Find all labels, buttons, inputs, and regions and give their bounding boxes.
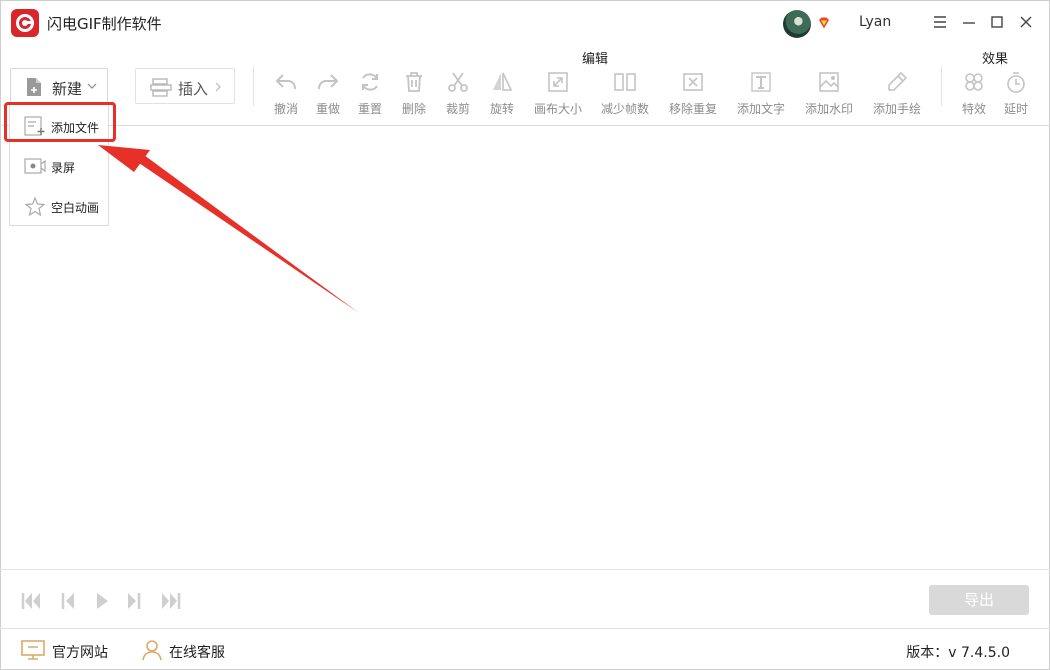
menu-icon[interactable] xyxy=(930,12,950,32)
new-button-label: 新建 xyxy=(52,80,83,98)
reset-button[interactable]: 重置 xyxy=(354,70,386,118)
undo-button[interactable]: 撤消 xyxy=(270,70,302,118)
effects-button[interactable]: 特效 xyxy=(958,70,990,118)
insert-icon xyxy=(150,78,172,97)
next-frame-icon[interactable] xyxy=(123,590,145,612)
effects-icon xyxy=(965,73,983,91)
watermark-icon xyxy=(819,72,839,92)
effects-group-label: 效果 xyxy=(982,52,1009,67)
footer: 官方网站 在线客服 版本：v 7.4.5.0 xyxy=(0,630,1050,670)
vip-diamond-icon[interactable] xyxy=(817,16,831,30)
app-logo-icon xyxy=(11,9,39,37)
new-button[interactable]: 新建 xyxy=(10,68,108,104)
trash-icon xyxy=(406,72,422,92)
canvas-size-button[interactable]: 画布大小 xyxy=(532,70,584,118)
pencil-icon xyxy=(888,71,908,91)
playback-bar: 导出 xyxy=(0,569,1050,629)
chevron-right-icon xyxy=(215,82,221,92)
insert-button-label: 插入 xyxy=(178,80,209,98)
rotate-icon xyxy=(493,72,513,91)
menu-item-record-screen[interactable]: 录屏 xyxy=(10,146,108,186)
text-icon xyxy=(751,72,771,92)
play-icon[interactable] xyxy=(91,590,113,612)
insert-button[interactable]: 插入 xyxy=(135,68,235,104)
new-file-icon xyxy=(27,78,41,96)
redo-icon xyxy=(318,74,339,90)
app-title: 闪电GIF制作软件 xyxy=(47,15,162,33)
online-support-link[interactable]: 在线客服 xyxy=(141,639,241,661)
avatar[interactable] xyxy=(783,10,811,38)
redo-button[interactable]: 重做 xyxy=(312,70,344,118)
record-screen-icon xyxy=(24,158,46,174)
first-frame-icon[interactable] xyxy=(20,590,42,612)
edit-group-label: 编辑 xyxy=(582,52,609,67)
toolbar-separator xyxy=(253,66,254,106)
toolbar-separator xyxy=(941,66,942,106)
version-label: 版本：v 7.4.5.0 xyxy=(906,645,1010,661)
menu-item-blank-animation[interactable]: 空白动画 xyxy=(10,186,108,226)
monitor-icon xyxy=(21,640,45,660)
minimize-icon[interactable] xyxy=(959,12,979,32)
maximize-icon[interactable] xyxy=(987,12,1007,32)
add-drawing-button[interactable]: 添加手绘 xyxy=(871,70,923,118)
frames-icon xyxy=(614,73,636,91)
rotate-button[interactable]: 旋转 xyxy=(486,70,518,118)
delay-button[interactable]: 延时 xyxy=(1000,70,1032,118)
blank-animation-icon xyxy=(24,196,46,216)
last-frame-icon[interactable] xyxy=(160,590,182,612)
user-support-icon xyxy=(142,640,162,661)
remove-duplicate-button[interactable]: 移除重复 xyxy=(667,70,719,118)
close-icon[interactable] xyxy=(1016,12,1036,32)
previous-frame-icon[interactable] xyxy=(57,590,79,612)
menu-item-label: 录屏 xyxy=(51,161,76,175)
toolbar: 编辑 效果 新建 插入 撤消 重做 重置 删除 裁剪 旋转 画布大小 减少帧数 … xyxy=(0,46,1050,126)
add-text-button[interactable]: 添加文字 xyxy=(735,70,787,118)
title-bar: 闪电GIF制作软件 Lyan xyxy=(0,0,1050,46)
reduce-frames-button[interactable]: 减少帧数 xyxy=(599,70,651,118)
delete-button[interactable]: 删除 xyxy=(398,70,430,118)
menu-item-label: 空白动画 xyxy=(51,201,100,215)
annotation-highlight-box xyxy=(4,102,116,142)
scissors-icon xyxy=(448,72,468,92)
add-watermark-button[interactable]: 添加水印 xyxy=(803,70,855,118)
undo-icon xyxy=(275,74,296,90)
remove-duplicate-icon xyxy=(683,73,703,91)
username[interactable]: Lyan xyxy=(859,14,891,30)
export-button[interactable]: 导出 xyxy=(929,585,1029,615)
resize-icon xyxy=(548,72,568,92)
crop-button[interactable]: 裁剪 xyxy=(442,70,474,118)
official-website-link[interactable]: 官方网站 xyxy=(21,639,121,661)
timer-icon xyxy=(1007,72,1025,93)
reset-icon xyxy=(362,73,378,91)
chevron-down-icon xyxy=(87,83,97,89)
